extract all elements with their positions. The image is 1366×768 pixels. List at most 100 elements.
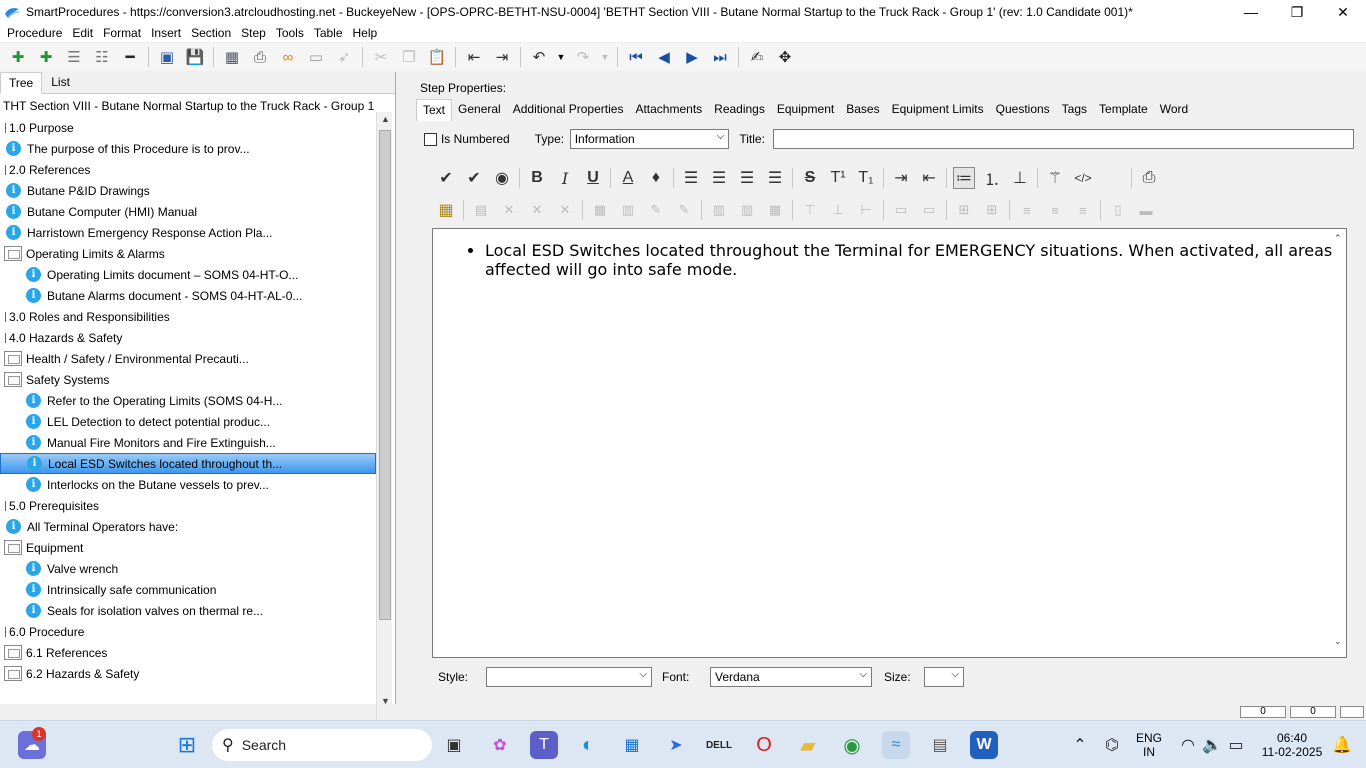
tree-node[interactable]: Equipment	[0, 537, 376, 558]
insert-row-icon[interactable]: ⊢	[855, 199, 877, 221]
tree-node[interactable]: i Manual Fire Monitors and Fire Extinguis…	[0, 432, 376, 453]
size-select[interactable]: ⌵	[924, 667, 964, 687]
delete-table-icon[interactable]: ✕	[498, 199, 520, 221]
list-alt-icon[interactable]: ☷	[91, 46, 113, 68]
tab-additional-properties[interactable]: Additional Properties	[507, 99, 630, 121]
cell-align-alt-icon[interactable]: ⊞	[981, 199, 1003, 221]
close-button[interactable]: ✕	[1320, 0, 1366, 24]
scroll-down-icon[interactable]: ▼	[381, 696, 390, 706]
spell-check-options-icon[interactable]: ✔	[463, 167, 485, 189]
record-icon[interactable]: ◉	[491, 167, 513, 189]
delete-column-icon[interactable]: ✕	[554, 199, 576, 221]
store-icon[interactable]: ▦	[618, 731, 646, 759]
insert-table-icon[interactable]: ▦	[435, 199, 457, 221]
fill-color-icon[interactable]: ♦	[645, 167, 667, 189]
scroll-thumb[interactable]	[379, 130, 391, 620]
chevron-up-icon[interactable]: ⌃	[1066, 731, 1094, 759]
valign-top-icon[interactable]: ≡	[1016, 199, 1038, 221]
copilot-icon[interactable]: ✿	[486, 731, 514, 759]
merge-columns-icon[interactable]: ▦	[764, 199, 786, 221]
tree-node[interactable]: i The purpose of this Procedure is to pro…	[0, 138, 376, 159]
battery-icon[interactable]: ▭	[1222, 731, 1250, 759]
undo-icon[interactable]: ↶	[528, 46, 550, 68]
tree-node[interactable]: 5.0 Prerequisites	[0, 495, 376, 516]
tab-list[interactable]: List	[42, 71, 79, 93]
underline-icon[interactable]: U	[582, 167, 604, 189]
tree-node[interactable]: i Refer to the Operating Limits (SOMS 04-…	[0, 390, 376, 411]
copy-icon[interactable]: ❐	[398, 46, 420, 68]
tree-node[interactable]: i Butane P&ID Drawings	[0, 180, 376, 201]
print-icon[interactable]: ⎙	[249, 46, 271, 68]
teams-icon[interactable]: T	[530, 731, 558, 759]
taskbar-search[interactable]: ⚲ Search	[212, 729, 432, 761]
tree-node[interactable]: i All Terminal Operators have:	[0, 516, 376, 537]
increase-indent-icon[interactable]: ⇥	[890, 167, 912, 189]
cell-edit-alt-icon[interactable]: ✎	[673, 199, 695, 221]
undo-dropdown-icon[interactable]: ▼	[556, 46, 566, 68]
align-center-icon[interactable]: ☰	[708, 167, 730, 189]
tab-text[interactable]: Text	[416, 99, 453, 121]
language-indicator[interactable]: ENG IN	[1132, 731, 1166, 759]
cell-pen-icon[interactable]: ✎	[645, 199, 667, 221]
move-icon[interactable]: ✥	[774, 46, 796, 68]
add-step-icon[interactable]: ✚	[7, 46, 29, 68]
menu-insert[interactable]: Insert	[146, 26, 186, 40]
menu-edit[interactable]: Edit	[67, 26, 98, 40]
decrease-indent-icon[interactable]: ⇤	[918, 167, 940, 189]
row-height-icon[interactable]: ▬	[1135, 199, 1157, 221]
title-input[interactable]	[773, 129, 1354, 149]
redo-dropdown-icon[interactable]: ▼	[600, 46, 610, 68]
cut-icon[interactable]: ✂	[370, 46, 392, 68]
tab-equipment[interactable]: Equipment	[771, 99, 840, 121]
tab-equipment-limits[interactable]: Equipment Limits	[886, 99, 990, 121]
tab-word[interactable]: Word	[1154, 99, 1194, 121]
chevron-down-icon[interactable]: ⌄	[1334, 636, 1342, 647]
numbered-list-icon[interactable]: ⒈	[981, 167, 1003, 189]
tree-node[interactable]: 1.0 Purpose	[0, 117, 376, 138]
tab-tree[interactable]: Tree	[0, 72, 43, 94]
redo-icon[interactable]: ↷	[572, 46, 594, 68]
spell-check-icon[interactable]: ✔	[435, 167, 457, 189]
previous-step-icon[interactable]: ◀	[653, 46, 675, 68]
tab-bases[interactable]: Bases	[840, 99, 885, 121]
tree-node[interactable]: i Seals for isolation valves on thermal r…	[0, 600, 376, 621]
tab-template[interactable]: Template	[1093, 99, 1154, 121]
column-width-icon[interactable]: ▯	[1107, 199, 1129, 221]
menu-format[interactable]: Format	[98, 26, 146, 40]
last-step-icon[interactable]: ⏭	[709, 46, 731, 68]
horizontal-rule-icon[interactable]: ⊥	[1009, 167, 1031, 189]
save-all-icon[interactable]: ▣	[156, 46, 178, 68]
align-left-icon[interactable]: ☰	[680, 167, 702, 189]
network-status-icon[interactable]: ⌬	[1098, 731, 1126, 759]
window-icon[interactable]: ▭	[305, 46, 327, 68]
chevron-up-icon[interactable]: ⌃	[1334, 233, 1342, 244]
smartprocedures-taskbar-icon[interactable]: ≈	[882, 731, 910, 759]
outdent-icon[interactable]: ⇤	[463, 46, 485, 68]
first-step-icon[interactable]: ⏮	[625, 46, 647, 68]
subscript-icon[interactable]: T₁	[855, 167, 877, 189]
menu-procedure[interactable]: Procedure	[2, 26, 67, 40]
tree-node[interactable]: i Valve wrench	[0, 558, 376, 579]
font-color-icon[interactable]: A	[617, 167, 639, 189]
tree-node[interactable]: 2.0 References	[0, 159, 376, 180]
font-select[interactable]: Verdana ⌵	[710, 667, 872, 687]
indent-icon[interactable]: ⇥	[491, 46, 513, 68]
tree-node[interactable]: 6.0 Procedure	[0, 621, 376, 642]
word-icon[interactable]: W	[970, 731, 998, 759]
merge-cells-icon[interactable]: ▭	[890, 199, 912, 221]
tree-node[interactable]: i Local ESD Switches located throughout t…	[0, 453, 376, 474]
tree-node[interactable]: 6.1 References	[0, 642, 376, 663]
tree-node[interactable]: Operating Limits & Alarms	[0, 243, 376, 264]
list-icon[interactable]: ☰	[63, 46, 85, 68]
dell-icon[interactable]: DELL	[705, 731, 733, 759]
tab-general[interactable]: General	[452, 99, 507, 121]
tab-attachments[interactable]: Attachments	[629, 99, 708, 121]
style-select[interactable]: ⌵	[486, 667, 652, 687]
cell-properties-icon[interactable]: ▦	[589, 199, 611, 221]
print-icon[interactable]: ⎙	[1138, 167, 1160, 189]
menu-section[interactable]: Section	[186, 26, 236, 40]
split-cells-icon[interactable]: ▭	[918, 199, 940, 221]
remove-icon[interactable]: ━	[119, 46, 141, 68]
tree-node[interactable]: i Interlocks on the Butane vessels to pre…	[0, 474, 376, 495]
table-properties-icon[interactable]: ▤	[470, 199, 492, 221]
